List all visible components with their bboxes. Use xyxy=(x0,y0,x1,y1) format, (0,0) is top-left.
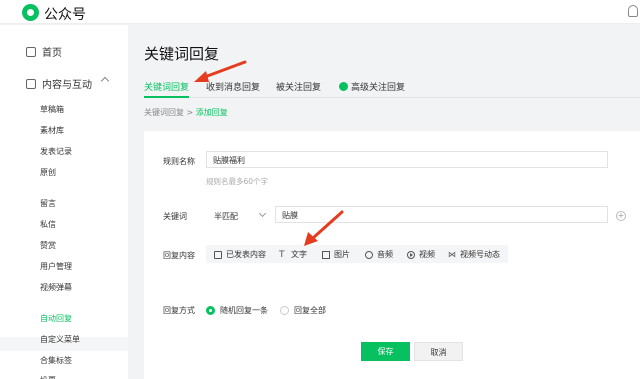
tab-keyword-reply[interactable]: 关键词回复 xyxy=(144,80,190,98)
tool-text[interactable]: T 文字 xyxy=(279,249,307,260)
tab-advanced-follow-reply[interactable]: 高级关注回复 xyxy=(339,80,405,98)
tab-follow-reply[interactable]: 被关注回复 xyxy=(276,80,321,98)
text-icon: T xyxy=(279,249,285,260)
reply-mode-random-radio[interactable]: 随机回复一条 xyxy=(206,305,268,316)
tool-channels-post[interactable]: ⋈ 视频号动态 xyxy=(448,249,500,260)
sidebar-item-drafts[interactable]: 草稿箱 xyxy=(40,104,64,115)
sidebar-item-video-danmaku[interactable]: 视频弹幕 xyxy=(40,282,72,293)
channels-icon: ⋈ xyxy=(448,249,456,259)
cancel-button[interactable]: 取消 xyxy=(414,342,463,361)
tool-video[interactable]: 视频 xyxy=(407,249,435,260)
sidebar-item-publish-records[interactable]: 发表记录 xyxy=(40,146,72,157)
tool-image[interactable]: 图片 xyxy=(322,249,350,260)
top-bar: 公众号 xyxy=(0,0,640,24)
sidebar-item-home[interactable]: 首页 xyxy=(26,44,62,59)
check-badge-icon xyxy=(339,82,348,91)
breadcrumb-separator: > xyxy=(186,108,194,117)
radio-checked-icon xyxy=(206,306,215,315)
wechat-logo-icon xyxy=(22,4,39,21)
reply-content-label: 回复内容 xyxy=(163,251,195,260)
reply-content-toolbar: 已发表内容 T 文字 图片 音频 视频 ⋈ 视频号动态 xyxy=(206,245,508,263)
rule-name-label: 规则名称 xyxy=(163,157,195,166)
sidebar: 首页 内容与互动 草稿箱 素材库 发表记录 原创 留言 私信 赞赏 用户管理 视… xyxy=(0,25,128,379)
document-icon xyxy=(214,250,222,259)
chevron-up-icon[interactable] xyxy=(100,76,110,86)
reply-mode-label: 回复方式 xyxy=(163,306,195,315)
sidebar-item-rewards[interactable]: 赞赏 xyxy=(40,240,56,251)
rule-name-hint: 规则名最多60个字 xyxy=(206,177,269,186)
tool-published-content[interactable]: 已发表内容 xyxy=(214,249,266,260)
sidebar-item-collection-tags[interactable]: 合集标签 xyxy=(40,355,72,366)
match-mode-select[interactable]: 半匹配 xyxy=(214,211,238,222)
sidebar-section-content[interactable]: 内容与互动 xyxy=(26,76,92,91)
sidebar-item-user-management[interactable]: 用户管理 xyxy=(40,261,72,272)
sidebar-item-original[interactable]: 原创 xyxy=(40,167,56,178)
sidebar-item-vote[interactable]: 投票 xyxy=(40,375,56,379)
annotation-arrow-tab xyxy=(194,60,247,82)
audio-icon xyxy=(365,250,373,259)
sidebar-item-auto-reply[interactable]: 自动回复 xyxy=(40,313,72,324)
sidebar-item-custom-menu[interactable]: 自定义菜单 xyxy=(40,334,80,345)
keyword-label: 关键词 xyxy=(163,212,187,221)
home-icon xyxy=(26,46,36,57)
save-button[interactable]: 保存 xyxy=(361,342,410,361)
chevron-down-icon[interactable] xyxy=(258,209,267,218)
annotation-arrow-text xyxy=(304,210,344,246)
brand-name: 公众号 xyxy=(44,7,86,23)
tool-audio[interactable]: 音频 xyxy=(365,249,393,260)
breadcrumb: 关键词回复 > 添加回复 xyxy=(144,107,228,118)
image-icon xyxy=(322,250,330,259)
breadcrumb-current: 添加回复 xyxy=(195,108,228,117)
content-icon xyxy=(26,78,36,89)
reply-form-card: 规则名称 贴膜福利 规则名最多60个字 关键词 半匹配 贴膜 + 回复内容 已发… xyxy=(144,131,640,379)
add-keyword-icon[interactable]: + xyxy=(616,211,626,221)
sidebar-item-messages[interactable]: 私信 xyxy=(40,219,56,230)
breadcrumb-parent[interactable]: 关键词回复 xyxy=(144,108,184,117)
radio-unchecked-icon xyxy=(280,306,289,315)
reply-mode-all-radio[interactable]: 回复全部 xyxy=(280,305,326,316)
sidebar-item-materials[interactable]: 素材库 xyxy=(40,125,64,136)
bell-icon[interactable] xyxy=(628,5,638,17)
video-icon xyxy=(407,250,415,259)
rule-name-input[interactable]: 贴膜福利 xyxy=(206,151,608,168)
sidebar-item-comments[interactable]: 留言 xyxy=(40,198,56,209)
